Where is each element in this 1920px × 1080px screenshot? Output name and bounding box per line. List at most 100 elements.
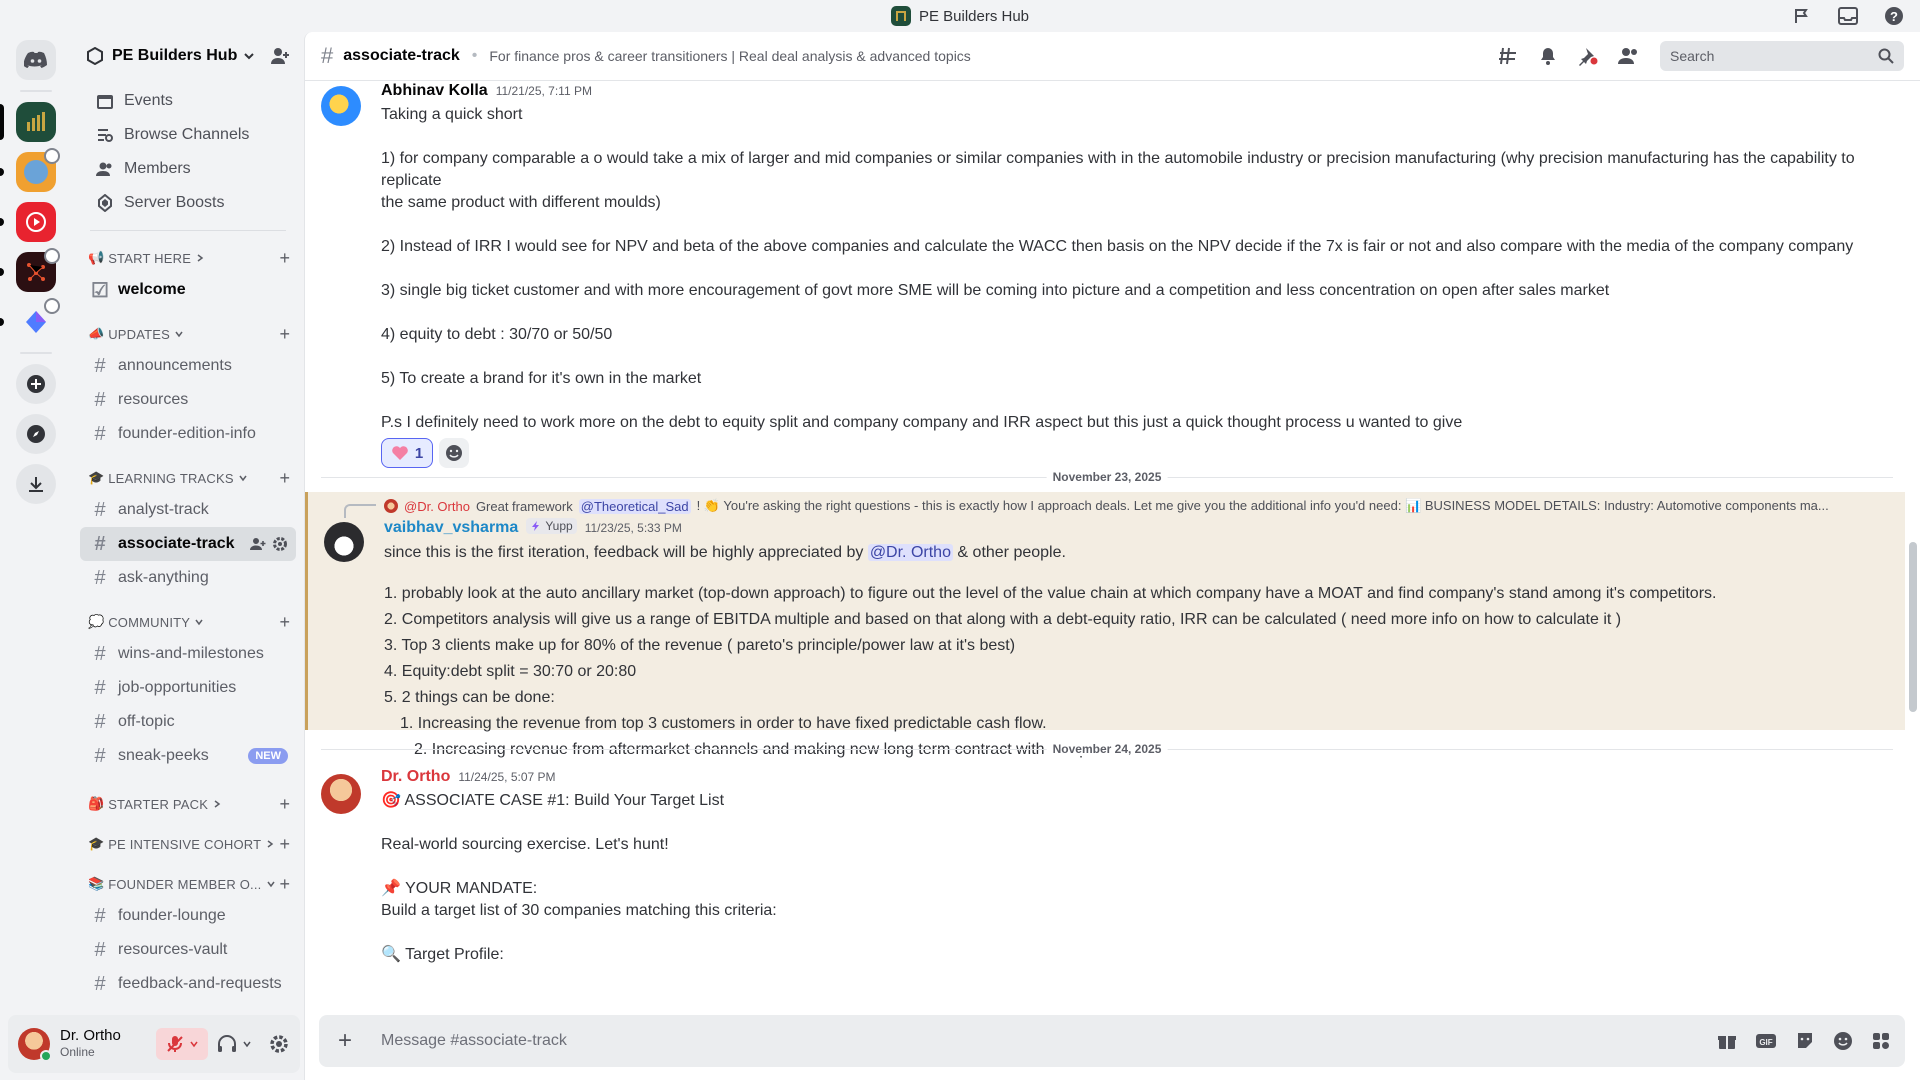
avatar[interactable] [321,774,361,814]
list-subitem: 1. Increasing the revenue from top 3 cus… [400,715,1047,732]
gift-icon[interactable] [1717,1031,1737,1051]
hash-icon: # [94,744,106,767]
reply-reference[interactable]: @Dr. Ortho Great framework @Theoretical_… [384,498,1864,514]
add-channel-icon[interactable]: + [279,612,290,633]
category-start-here[interactable]: 📢 START HERE + [80,245,296,271]
channel-header: # associate-track • For finance pros & c… [305,32,1920,81]
server-diamond[interactable] [0,298,60,342]
sidebar-divider [90,230,286,231]
category-founder-member[interactable]: 📚 FOUNDER MEMBER O... + [80,871,296,897]
user-info[interactable]: Dr. Ortho Online [60,1028,121,1060]
channel-analyst-track[interactable]: # analyst-track [80,493,296,527]
flag-icon[interactable] [1790,4,1814,28]
notification-bell-icon[interactable] [1538,46,1558,66]
message-author[interactable]: Dr. Ortho [381,768,450,786]
member-list-icon[interactable] [1618,46,1640,66]
lightning-icon [532,521,540,531]
guild-header[interactable]: PE Builders Hub [72,32,304,80]
avatar[interactable] [18,1028,52,1062]
channel-off-topic[interactable]: # off-topic [80,705,296,739]
message-timestamp: 11/24/25, 5:07 PM [458,770,556,784]
diamond-icon [26,311,46,333]
add-channel-icon[interactable]: + [279,874,290,895]
deafen-button[interactable] [216,1034,252,1054]
message-author[interactable]: Abhinav Kolla [381,82,488,100]
threads-icon[interactable] [1498,46,1518,66]
list-item: 3. Top 3 clients make up for 80% of the … [384,637,1016,654]
search-input[interactable]: Search [1660,41,1904,71]
nav-label: Server Boosts [124,194,225,211]
channel-job-opportunities[interactable]: # job-opportunities [80,671,296,705]
channel-founder-lounge[interactable]: # founder-lounge [80,899,296,933]
apps-icon[interactable] [1871,1031,1891,1051]
message-composer[interactable]: + Message #associate-track GIF [319,1015,1905,1067]
channel-feedback-and-requests[interactable]: # feedback-and-requests [80,967,296,1001]
list-item: 2. Competitors analysis will give us a r… [384,611,1622,628]
add-channel-icon[interactable]: + [279,324,290,345]
server-avatar-2[interactable] [0,148,60,192]
discord-app: PE Builders Hub ? PE Builders Hub Events… [0,0,1920,1080]
sticker-icon[interactable] [1795,1031,1815,1051]
rail-separator [20,352,52,354]
server-video[interactable] [0,202,56,242]
channel-sneak-peeks[interactable]: # sneak-peeks NEW [80,739,296,773]
add-channel-icon[interactable]: + [279,248,290,269]
category-starter-pack[interactable]: 🎒 STARTER PACK + [80,791,296,817]
pushpin-icon: 📌 [381,880,401,897]
pinned-messages-icon[interactable] [1578,46,1598,66]
channel-label: resources [118,391,189,408]
reaction-heart[interactable]: 1 [381,438,433,468]
category-pe-intensive-cohort[interactable]: 🎓 PE INTENSIVE COHORT + [80,831,296,857]
upload-plus-icon[interactable]: + [333,1027,357,1054]
channel-associate-track[interactable]: # associate-track [80,527,296,561]
user-mention[interactable]: @Dr. Ortho [867,544,953,561]
channel-ask-anything[interactable]: # ask-anything [80,561,296,595]
nav-server-boosts[interactable]: Server Boosts [80,186,296,220]
nav-members[interactable]: Members [80,152,296,186]
scrollbar-thumb[interactable] [1909,542,1917,712]
avatar[interactable] [321,86,361,126]
server-pe-builders-hub[interactable] [0,102,56,142]
category-updates[interactable]: 📣 UPDATES + [80,321,296,347]
mute-button[interactable] [156,1028,208,1060]
emoji-icon[interactable] [1833,1031,1853,1051]
pe-builders-logo-icon [27,112,45,131]
chevron-down-icon [244,53,255,60]
message-author[interactable]: vaibhav_vsharma [384,519,518,537]
add-channel-icon[interactable]: + [279,468,290,489]
channel-resources[interactable]: # resources [80,383,296,417]
category-community[interactable]: 💭 COMMUNITY + [80,609,296,635]
channel-welcome[interactable]: ☑ welcome [80,273,296,307]
invite-people-icon[interactable] [270,47,290,65]
discover-button[interactable] [16,414,56,454]
add-server-button[interactable] [16,364,56,404]
add-reaction-button[interactable] [439,438,469,468]
channel-wins-and-milestones[interactable]: # wins-and-milestones [80,637,296,671]
nav-browse-channels[interactable]: Browse Channels [80,118,296,152]
channel-announcements[interactable]: # announcements [80,349,296,383]
window-title: PE Builders Hub [918,7,1030,25]
gear-icon[interactable] [272,536,288,552]
nav-events[interactable]: Events [80,84,296,118]
reaction-count: 1 [414,444,424,462]
inbox-icon[interactable] [1836,4,1860,28]
server-network[interactable] [0,248,60,292]
help-icon[interactable]: ? [1882,4,1906,28]
role-tag[interactable]: Yupp [526,518,577,534]
channel-topic[interactable]: For finance pros & career transitioners … [489,48,970,64]
hash-icon: # [94,938,106,961]
settings-gear-icon[interactable] [268,1033,290,1055]
category-learning-tracks[interactable]: 🎓 LEARNING TRACKS + [80,465,296,491]
add-channel-icon[interactable]: + [279,794,290,815]
channel-resources-vault[interactable]: # resources-vault [80,933,296,967]
gif-icon[interactable]: GIF [1755,1032,1777,1050]
download-button[interactable] [16,464,56,504]
home-button[interactable] [16,40,56,80]
message-input[interactable]: Message #associate-track [381,1032,567,1050]
add-channel-icon[interactable]: + [279,834,290,855]
chevron-down-icon [190,1041,198,1048]
avatar[interactable] [324,522,364,562]
channel-founder-edition-info[interactable]: # founder-edition-info [80,417,296,451]
create-invite-icon[interactable] [250,536,266,552]
